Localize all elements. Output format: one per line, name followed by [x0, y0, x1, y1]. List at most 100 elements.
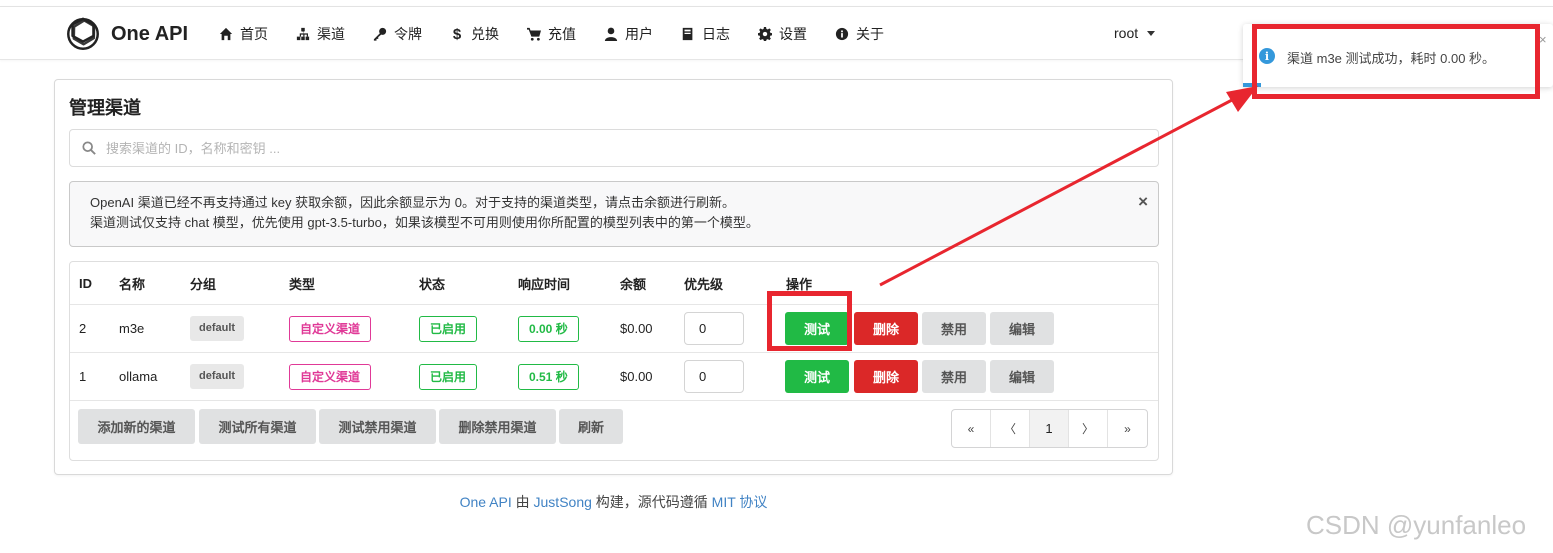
- table-row: 2 m3e default 自定义渠道 已启用 0.00 秒 $0.00 测试 …: [70, 305, 1158, 353]
- nav-home[interactable]: 首页: [218, 24, 268, 44]
- footer-author-link[interactable]: JustSong: [534, 494, 592, 510]
- user-dropdown[interactable]: root: [1114, 25, 1156, 41]
- disable-button[interactable]: 禁用: [922, 360, 986, 393]
- notice-line-1: OpenAI 渠道已经不再支持通过 key 获取余额，因此余额显示为 0。对于支…: [90, 195, 735, 210]
- test-button[interactable]: 测试: [785, 360, 849, 393]
- cell-id: 2: [79, 321, 87, 336]
- username: root: [1114, 25, 1139, 41]
- search-icon: [82, 141, 96, 155]
- footer-text: 构建，源代码遵循: [591, 494, 712, 510]
- page-footer: One API 由 JustSong 构建，源代码遵循 MIT 协议: [0, 492, 1227, 512]
- last-page-button[interactable]: »: [1108, 410, 1147, 447]
- group-label: default: [190, 316, 245, 341]
- status-badge: 已启用: [419, 315, 478, 342]
- col-type[interactable]: 类型: [289, 262, 315, 304]
- col-group[interactable]: 分组: [190, 262, 216, 304]
- nav-settings[interactable]: 设置: [757, 24, 807, 44]
- nav-label: 兑换: [471, 26, 499, 42]
- cell-id: 1: [79, 369, 87, 384]
- nav-channels[interactable]: 渠道: [295, 24, 345, 44]
- nav-topup[interactable]: 充值: [526, 24, 576, 44]
- nav-label: 设置: [779, 26, 807, 42]
- edit-button[interactable]: 编辑: [990, 360, 1054, 393]
- balance-value[interactable]: $0.00: [620, 353, 653, 400]
- search-box: [69, 129, 1159, 167]
- gear-icon: [757, 26, 773, 42]
- col-balance[interactable]: 余额: [620, 262, 646, 304]
- nav-tokens[interactable]: 令牌: [372, 24, 422, 44]
- toast-notification[interactable]: i 渠道 m3e 测试成功，耗时 0.00 秒。 ×: [1243, 24, 1553, 87]
- main-nav: 首页 渠道 令牌 $ 兑换 充值 用户 日志 设置 关于: [218, 7, 911, 61]
- toast-message: 渠道 m3e 测试成功，耗时 0.00 秒。: [1287, 51, 1496, 66]
- notice-line-2: 渠道测试仅支持 chat 模型，优先使用 gpt-3.5-turbo，如果该模型…: [90, 215, 759, 230]
- cart-icon: [526, 26, 542, 42]
- test-all-channels-button[interactable]: 测试所有渠道: [199, 409, 316, 444]
- dollar-icon: $: [452, 25, 462, 43]
- nav-redeem[interactable]: $ 兑换: [449, 24, 499, 44]
- add-channel-button[interactable]: 添加新的渠道: [78, 409, 195, 444]
- nav-label: 令牌: [394, 26, 422, 42]
- delete-disabled-channels-button[interactable]: 删除禁用渠道: [439, 409, 556, 444]
- nav-logs[interactable]: 日志: [680, 24, 730, 44]
- test-disabled-channels-button[interactable]: 测试禁用渠道: [319, 409, 436, 444]
- search-input[interactable]: [106, 130, 1146, 166]
- col-actions: 操作: [786, 276, 813, 292]
- nav-users[interactable]: 用户: [603, 24, 653, 44]
- nav-label: 充值: [548, 26, 576, 42]
- info-icon: [834, 26, 850, 42]
- priority-input[interactable]: [684, 360, 744, 393]
- col-status[interactable]: 状态: [419, 262, 445, 304]
- brand[interactable]: One API: [64, 15, 188, 53]
- openai-logo-icon: [67, 17, 99, 50]
- status-badge: 已启用: [419, 363, 478, 390]
- prev-page-button[interactable]: 〈: [991, 410, 1030, 447]
- nav-label: 用户: [625, 26, 653, 42]
- watermark: CSDN @yunfanleo: [1306, 510, 1527, 540]
- test-button[interactable]: 测试: [785, 312, 849, 345]
- app-name: One API: [111, 22, 189, 45]
- footer-license-link[interactable]: MIT 协议: [712, 494, 768, 510]
- type-label: 自定义渠道: [289, 363, 372, 390]
- priority-input[interactable]: [684, 312, 744, 345]
- book-icon: [680, 26, 696, 42]
- response-time-badge: 0.51 秒: [518, 363, 579, 390]
- home-icon: [218, 26, 234, 42]
- nav-label: 首页: [240, 26, 268, 42]
- toast-progress-bar: [1243, 83, 1261, 87]
- page-1-button[interactable]: 1: [1030, 410, 1069, 447]
- refresh-button[interactable]: 刷新: [559, 409, 623, 444]
- cell-name: m3e: [119, 321, 145, 336]
- nav-label: 渠道: [317, 26, 345, 42]
- pagination: « 〈 1 〉 »: [951, 409, 1148, 448]
- sitemap-icon: [295, 26, 311, 42]
- close-icon[interactable]: ×: [1138, 193, 1148, 211]
- delete-button[interactable]: 删除: [854, 312, 918, 345]
- footer-text: 由: [511, 494, 534, 510]
- page-title: 管理渠道: [69, 98, 141, 118]
- col-response-time[interactable]: 响应时间: [518, 262, 570, 304]
- info-icon: i: [1259, 48, 1275, 64]
- footer-app-link[interactable]: One API: [460, 494, 512, 510]
- caret-down-icon: [1147, 30, 1156, 36]
- response-time-badge: 0.00 秒: [518, 315, 579, 342]
- next-page-button[interactable]: 〉: [1069, 410, 1108, 447]
- disable-button[interactable]: 禁用: [922, 312, 986, 345]
- channels-table: ID 名称 分组 类型 状态 响应时间 余额 优先级 操作 2 m3e defa…: [69, 261, 1159, 461]
- toast-close-icon[interactable]: ×: [1539, 32, 1547, 47]
- col-name[interactable]: 名称: [119, 262, 145, 304]
- balance-value[interactable]: $0.00: [620, 305, 653, 352]
- table-row: 1 ollama default 自定义渠道 已启用 0.51 秒 $0.00 …: [70, 353, 1158, 401]
- col-id[interactable]: ID: [79, 262, 92, 304]
- nav-about[interactable]: 关于: [834, 24, 884, 44]
- nav-label: 关于: [856, 26, 884, 42]
- col-priority[interactable]: 优先级: [684, 262, 723, 304]
- edit-button[interactable]: 编辑: [990, 312, 1054, 345]
- group-label: default: [190, 364, 245, 389]
- channels-card: 管理渠道 OpenAI 渠道已经不再支持通过 key 获取余额，因此余额显示为 …: [54, 79, 1173, 475]
- first-page-button[interactable]: «: [952, 410, 991, 447]
- key-icon: [372, 26, 388, 42]
- notice-message: OpenAI 渠道已经不再支持通过 key 获取余额，因此余额显示为 0。对于支…: [69, 181, 1159, 247]
- cell-name: ollama: [119, 369, 158, 384]
- delete-button[interactable]: 删除: [854, 360, 918, 393]
- table-header: ID 名称 分组 类型 状态 响应时间 余额 优先级 操作: [70, 262, 1158, 305]
